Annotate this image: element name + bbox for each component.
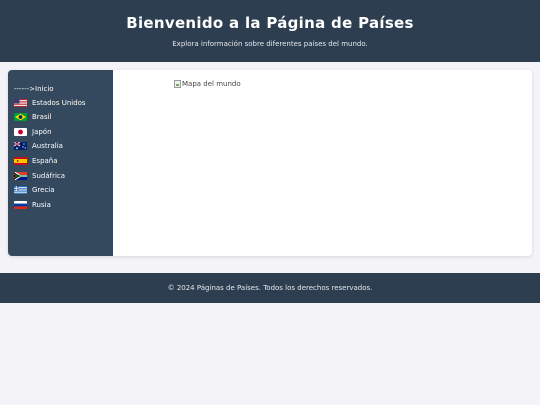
page-subtitle: Explora información sobre diferentes paí… [172, 40, 368, 48]
page-footer: © 2024 Páginas de Países. Todos los dere… [0, 273, 540, 303]
nav-item-label: Sudáfrica [32, 171, 66, 180]
flag-japan-icon [14, 127, 27, 136]
nav-item-australia[interactable]: Australia [14, 140, 112, 151]
footer-copyright: © 2024 Páginas de Países. Todos los dere… [167, 284, 373, 292]
page-title: Bienvenido a la Página de Países [126, 14, 414, 32]
page-header: Bienvenido a la Página de Países Explora… [0, 0, 540, 62]
nav-item-label: Rusia [32, 200, 51, 209]
nav-home-link[interactable]: ------>Inicio [14, 83, 112, 94]
flag-usa-icon [14, 98, 27, 107]
nav-item-greece[interactable]: Grecia [14, 184, 112, 195]
nav-item-label: Estados Unidos [32, 98, 86, 107]
sidebar-nav: ------>Inicio Estados Unidos Brasil Japó… [8, 70, 113, 256]
nav-item-label: Australia [32, 141, 63, 150]
nav-item-label: Grecia [32, 185, 55, 194]
flag-south-africa-icon [14, 171, 27, 180]
flag-australia-icon [14, 141, 27, 150]
nav-item-russia[interactable]: Rusia [14, 199, 112, 210]
nav-item-brazil[interactable]: Brasil [14, 111, 112, 122]
flag-spain-icon [14, 156, 27, 165]
world-map-image: Mapa del mundo [174, 78, 294, 90]
nav-item-south-africa[interactable]: Sudáfrica [14, 170, 112, 181]
nav-item-label: España [32, 156, 58, 165]
nav-item-usa[interactable]: Estados Unidos [14, 97, 112, 108]
flag-russia-icon [14, 200, 27, 209]
world-map-alt-text: Mapa del mundo [182, 80, 241, 88]
nav-item-japan[interactable]: Japón [14, 126, 112, 137]
flag-brazil-icon [14, 112, 27, 121]
broken-image-icon [174, 80, 181, 88]
nav-item-label: Japón [32, 127, 52, 136]
nav-item-label: Brasil [32, 112, 52, 121]
flag-greece-icon [14, 185, 27, 194]
nav-item-spain[interactable]: España [14, 155, 112, 166]
